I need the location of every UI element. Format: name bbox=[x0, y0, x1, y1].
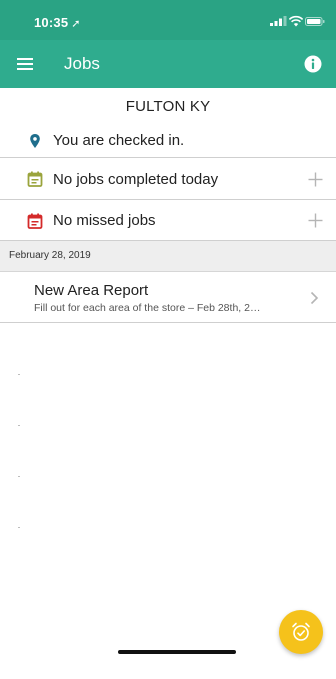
alarm-clock-icon bbox=[292, 622, 310, 641]
section-date: February 28, 2019 bbox=[9, 250, 91, 261]
battery-icon bbox=[305, 17, 325, 26]
location-pin-icon bbox=[30, 134, 40, 148]
page-title: Jobs bbox=[64, 54, 100, 73]
status-time: 10:35 ➚ bbox=[34, 15, 81, 30]
signal-icon bbox=[270, 16, 287, 26]
completed-jobs-label: No jobs completed today bbox=[53, 171, 219, 188]
plus-icon[interactable] bbox=[308, 172, 323, 187]
status-time-text: 10:35 bbox=[34, 15, 69, 30]
home-indicator[interactable] bbox=[118, 650, 236, 654]
scroll-tick bbox=[18, 527, 20, 528]
scroll-tick bbox=[18, 476, 20, 477]
job-title: New Area Report bbox=[34, 282, 149, 299]
calendar-icon bbox=[27, 171, 43, 187]
status-bar: 10:35 ➚ bbox=[0, 0, 336, 40]
alarm-fab-button[interactable] bbox=[279, 610, 323, 654]
scroll-tick bbox=[18, 374, 20, 375]
scroll-tick bbox=[18, 425, 20, 426]
missed-jobs-row[interactable]: No missed jobs bbox=[0, 201, 336, 241]
store-name: FULTON KY bbox=[125, 98, 211, 115]
app-bar: Jobs bbox=[0, 40, 336, 88]
job-description: Fill out for each area of the store – Fe… bbox=[34, 302, 261, 314]
plus-icon[interactable] bbox=[308, 213, 323, 228]
job-list-item[interactable]: New Area Report Fill out for each area o… bbox=[0, 272, 336, 323]
calendar-icon bbox=[27, 213, 43, 229]
checkin-status-row: You are checked in. bbox=[0, 122, 336, 158]
chevron-right-icon bbox=[310, 291, 319, 305]
location-arrow-icon: ➚ bbox=[71, 18, 81, 30]
checkin-label: You are checked in. bbox=[53, 132, 185, 149]
completed-jobs-row[interactable]: No jobs completed today bbox=[0, 159, 336, 200]
missed-jobs-label: No missed jobs bbox=[53, 212, 156, 229]
date-section-header: February 28, 2019 bbox=[0, 241, 336, 272]
wifi-icon bbox=[289, 15, 303, 27]
hamburger-menu-icon[interactable] bbox=[16, 54, 36, 74]
info-icon[interactable] bbox=[303, 54, 323, 74]
